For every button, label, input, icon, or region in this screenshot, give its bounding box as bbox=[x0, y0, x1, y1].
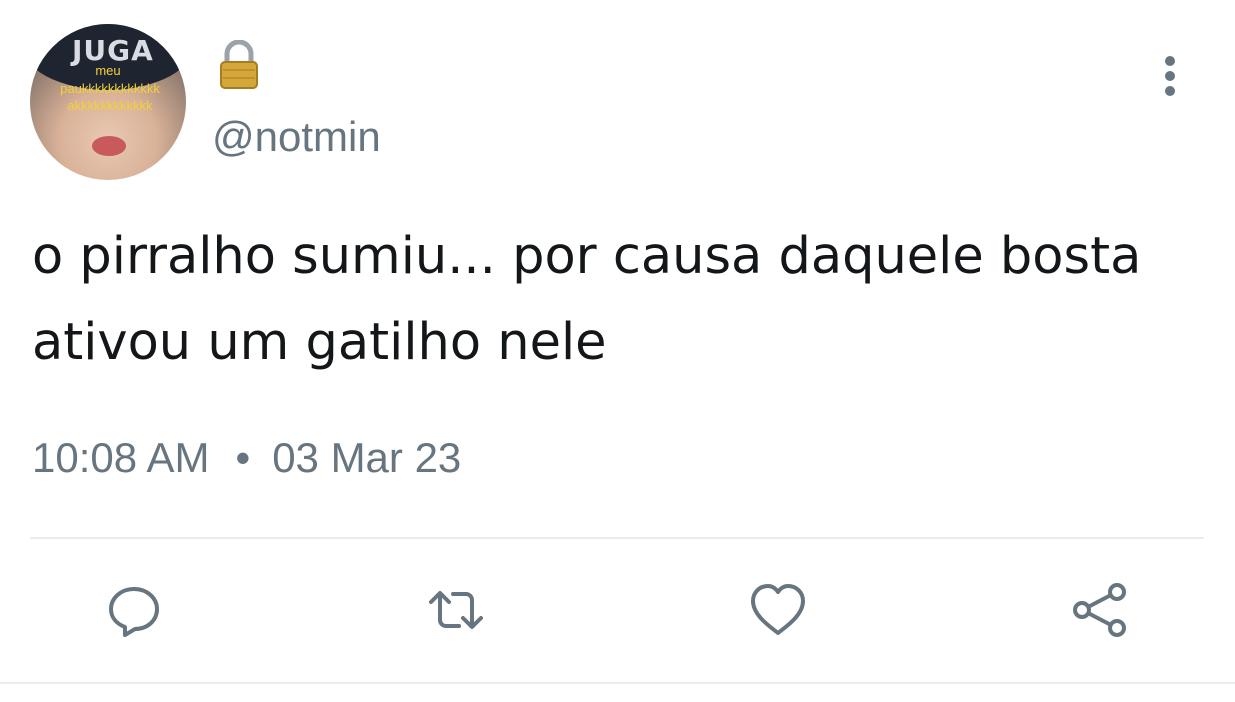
tweet-date: 03 Mar 23 bbox=[272, 434, 462, 481]
divider bbox=[30, 537, 1204, 539]
more-vertical-icon[interactable] bbox=[1158, 54, 1182, 98]
avatar-lips bbox=[92, 136, 126, 156]
menu-dot bbox=[1165, 71, 1175, 81]
share-icon bbox=[1073, 583, 1126, 637]
lock-icon bbox=[218, 39, 260, 90]
avatar[interactable]: JUGA meu paukkkkkkkkkkkk akkkkkkkkkkkk bbox=[30, 24, 186, 180]
user-handle[interactable]: @notmin bbox=[212, 112, 381, 162]
bottom-divider bbox=[0, 682, 1235, 684]
avatar-meme-line: paukkkkkkkkkkkk bbox=[60, 81, 160, 96]
menu-dot bbox=[1165, 56, 1175, 66]
avatar-meme-line: akkkkkkkkkkkk bbox=[67, 98, 153, 113]
menu-dot bbox=[1165, 86, 1175, 96]
retweet-button[interactable] bbox=[426, 580, 486, 640]
tweet-card: JUGA meu paukkkkkkkkkkkk akkkkkkkkkkkk @… bbox=[0, 0, 1235, 702]
reply-icon bbox=[109, 587, 159, 637]
share-button[interactable] bbox=[1070, 580, 1130, 640]
retweet-icon bbox=[429, 591, 483, 629]
heart-icon bbox=[751, 584, 805, 635]
like-button[interactable] bbox=[748, 580, 808, 640]
reply-button[interactable] bbox=[104, 580, 164, 640]
tweet-time: 10:08 AM bbox=[32, 434, 210, 481]
avatar-meme-line: meu bbox=[95, 63, 121, 78]
tweet-text: o pirralho sumiu... por causa daquele bo… bbox=[32, 227, 1142, 372]
tweet-timestamp: 10:08 AM • 03 Mar 23 bbox=[32, 432, 461, 484]
timestamp-separator: • bbox=[235, 434, 251, 481]
